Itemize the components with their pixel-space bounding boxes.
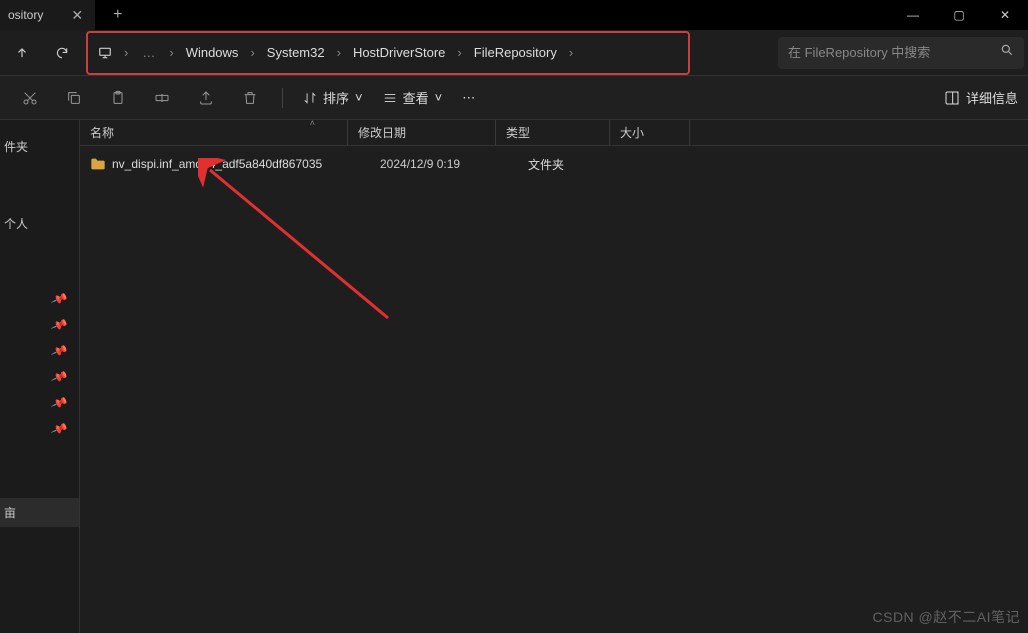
- delete-button[interactable]: [230, 82, 270, 114]
- watermark: CSDN @赵不二AI笔记: [873, 607, 1021, 627]
- more-icon: ⋯: [462, 90, 475, 106]
- pin-icon: 📌: [50, 342, 69, 360]
- pin-icon: 📌: [50, 290, 69, 308]
- search-box[interactable]: [778, 37, 1024, 69]
- refresh-icon: [55, 46, 69, 60]
- chevron-right-icon[interactable]: ›: [563, 41, 579, 64]
- share-icon: [198, 90, 214, 106]
- sidebar-item-folders[interactable]: 件夹: [0, 132, 79, 161]
- close-window-button[interactable]: ✕: [982, 0, 1028, 30]
- chevron-down-icon: ˅: [355, 90, 363, 105]
- paste-icon: [110, 90, 126, 106]
- more-button[interactable]: ⋯: [454, 86, 483, 110]
- sidebar-pinned-item[interactable]: 📌: [0, 312, 79, 338]
- address-bar-highlight: › … › Windows › System32 › HostDriverSto…: [86, 31, 690, 75]
- file-list: nv_dispi.inf_amd64_adf5a840df867035 2024…: [80, 146, 1028, 178]
- address-bar[interactable]: › … › Windows › System32 › HostDriverSto…: [94, 41, 682, 64]
- crumb-system32[interactable]: System32: [263, 41, 329, 64]
- crumb-hostdriverstore[interactable]: HostDriverStore: [349, 41, 449, 64]
- copy-button[interactable]: [54, 82, 94, 114]
- sidebar-item-highlight[interactable]: 亩: [0, 498, 79, 527]
- chevron-down-icon: ˅: [435, 90, 443, 105]
- table-row[interactable]: nv_dispi.inf_amd64_adf5a840df867035 2024…: [80, 150, 1028, 178]
- column-header-name[interactable]: 名称 ˄: [80, 120, 348, 145]
- pin-icon: 📌: [50, 394, 69, 412]
- folder-icon: [90, 157, 106, 171]
- column-header-date[interactable]: 修改日期: [348, 120, 496, 145]
- pin-icon: 📌: [50, 316, 69, 334]
- cell-name: nv_dispi.inf_amd64_adf5a840df867035: [112, 157, 370, 171]
- window-controls: — ▢ ✕: [890, 0, 1028, 30]
- sidebar-pinned-item[interactable]: 📌: [0, 286, 79, 312]
- crumb-filerepository[interactable]: FileRepository: [470, 41, 561, 64]
- chevron-right-icon[interactable]: ›: [451, 41, 467, 64]
- sort-indicator-icon: ˄: [310, 118, 315, 128]
- details-icon: [944, 90, 960, 106]
- pin-icon: 📌: [50, 368, 69, 386]
- new-tab-button[interactable]: +: [113, 6, 122, 24]
- crumb-windows[interactable]: Windows: [182, 41, 243, 64]
- paste-button[interactable]: [98, 82, 138, 114]
- sort-dropdown[interactable]: 排序 ˅: [295, 84, 371, 111]
- toolbar: 排序 ˅ 查看 ˅ ⋯ 详细信息: [0, 76, 1028, 120]
- rename-button[interactable]: [142, 82, 182, 114]
- tab-title: ository: [8, 8, 43, 22]
- monitor-icon[interactable]: [94, 42, 116, 64]
- sort-label: 排序: [323, 88, 349, 107]
- details-label: 详细信息: [966, 88, 1018, 107]
- sort-icon: [303, 91, 317, 105]
- tab-current[interactable]: ository ✕: [0, 0, 95, 30]
- chevron-right-icon[interactable]: ›: [163, 41, 179, 64]
- cut-button[interactable]: [10, 82, 50, 114]
- column-header-size[interactable]: 大小: [610, 120, 690, 145]
- sidebar-item-personal[interactable]: 个人: [0, 209, 79, 238]
- maximize-button[interactable]: ▢: [936, 0, 982, 30]
- pin-icon: 📌: [50, 420, 69, 438]
- chevron-right-icon[interactable]: ›: [244, 41, 260, 64]
- delete-icon: [242, 90, 258, 106]
- rename-icon: [154, 90, 170, 106]
- sidebar-pinned-item[interactable]: 📌: [0, 364, 79, 390]
- search-icon[interactable]: [1000, 43, 1014, 62]
- share-button[interactable]: [186, 82, 226, 114]
- tab-strip: ository ✕ +: [0, 0, 122, 30]
- titlebar: ository ✕ + — ▢ ✕: [0, 0, 1028, 30]
- toolbar-separator: [282, 88, 283, 108]
- up-button[interactable]: [4, 35, 40, 71]
- chevron-right-icon[interactable]: ›: [118, 41, 134, 64]
- chevron-right-icon[interactable]: ›: [331, 41, 347, 64]
- sidebar-pinned-group: 📌 📌 📌 📌 📌 📌: [0, 286, 79, 442]
- cut-icon: [22, 90, 38, 106]
- refresh-button[interactable]: [44, 35, 80, 71]
- view-icon: [383, 91, 397, 105]
- search-input[interactable]: [788, 45, 994, 60]
- minimize-button[interactable]: —: [890, 0, 936, 30]
- view-label: 查看: [403, 88, 429, 107]
- body: 件夹 个人 📌 📌 📌 📌 📌 📌 亩 名称 ˄ 修改日期 类型 大小: [0, 120, 1028, 633]
- annotation-arrow-icon: [198, 158, 398, 328]
- cell-date: 2024/12/9 0:19: [370, 157, 518, 171]
- sidebar: 件夹 个人 📌 📌 📌 📌 📌 📌 亩: [0, 120, 80, 633]
- copy-icon: [66, 90, 82, 106]
- content-area: 名称 ˄ 修改日期 类型 大小 nv_dispi.inf_amd64_adf5a…: [80, 120, 1028, 633]
- column-header-type[interactable]: 类型: [496, 120, 610, 145]
- view-dropdown[interactable]: 查看 ˅: [375, 84, 451, 111]
- sidebar-pinned-item[interactable]: 📌: [0, 416, 79, 442]
- sidebar-pinned-item[interactable]: 📌: [0, 390, 79, 416]
- arrow-up-icon: [15, 46, 29, 60]
- close-tab-button[interactable]: ✕: [71, 7, 83, 24]
- sidebar-pinned-item[interactable]: 📌: [0, 338, 79, 364]
- cell-type: 文件夹: [518, 156, 632, 173]
- details-button[interactable]: 详细信息: [944, 88, 1018, 107]
- column-headers: 名称 ˄ 修改日期 类型 大小: [80, 120, 1028, 146]
- more-crumb[interactable]: …: [136, 41, 161, 64]
- navbar: › … › Windows › System32 › HostDriverSto…: [0, 30, 1028, 76]
